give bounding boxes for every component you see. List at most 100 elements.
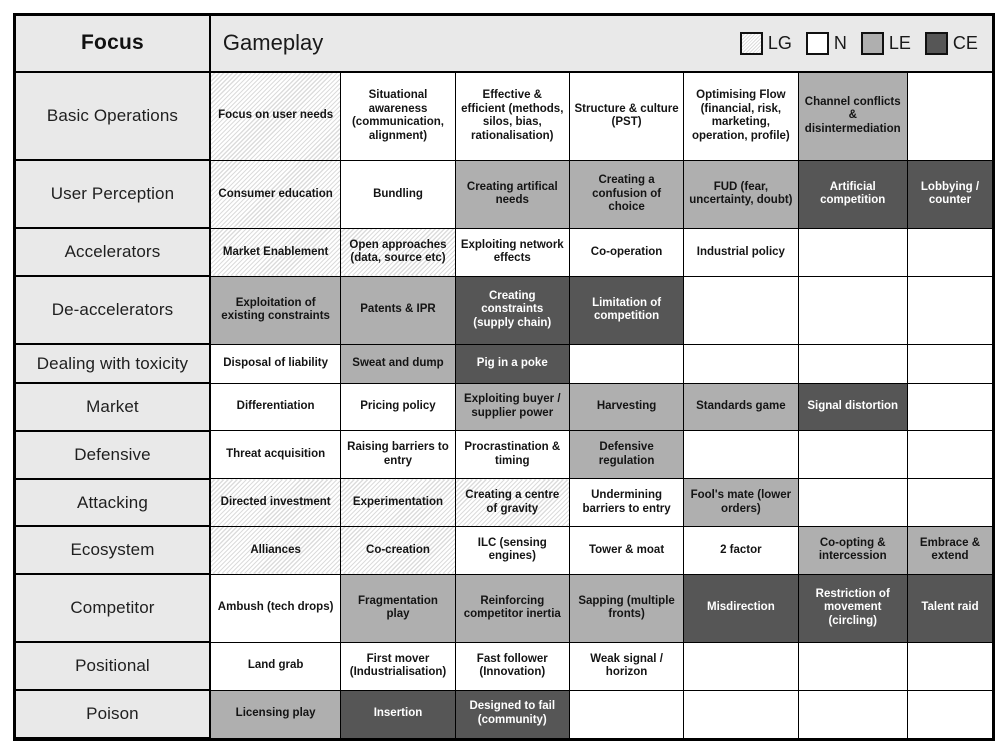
matrix-cell [906, 382, 994, 432]
row-header-competitor[interactable]: Competitor [14, 573, 211, 644]
matrix-cell[interactable]: First mover (Industrialisation) [340, 641, 456, 691]
matrix-cell[interactable]: Restriction of movement (circling) [797, 573, 908, 643]
row-header-attacking[interactable]: Attacking [14, 477, 211, 528]
matrix-cell[interactable]: Consumer education [209, 159, 342, 229]
legend-item-ce: CE [924, 31, 978, 55]
legend-item-lg: LG [739, 31, 792, 55]
matrix-cell[interactable]: Channel conflicts & disintermediation [797, 71, 908, 161]
matrix-cell[interactable]: Alliances [209, 525, 342, 575]
matrix-cell[interactable]: Sapping (multiple fronts) [568, 573, 685, 643]
matrix-cell[interactable]: Talent raid [906, 573, 994, 643]
matrix-cell[interactable]: Differentiation [209, 382, 342, 432]
matrix-cell[interactable]: Exploitation of existing constraints [209, 275, 342, 345]
matrix-cell[interactable]: Exploiting network effects [454, 227, 570, 277]
matrix-cell[interactable]: Co-creation [340, 525, 456, 575]
matrix-cell [906, 71, 994, 161]
matrix-cell[interactable]: Tower & moat [568, 525, 685, 575]
matrix-container: Focus Gameplay LG N LE CE Basic Operatio… [13, 13, 995, 741]
matrix-cell[interactable]: Fast follower (Innovation) [454, 641, 570, 691]
matrix-cell[interactable]: Designed to fail (community) [454, 689, 570, 739]
matrix-cell[interactable]: Weak signal / horizon [568, 641, 685, 691]
matrix-row: User Perception Consumer education Bundlin… [14, 159, 994, 230]
row-header-ecosystem[interactable]: Ecosystem [14, 525, 211, 576]
matrix-cell [797, 430, 908, 480]
matrix-cell[interactable]: Standards game [683, 382, 799, 432]
row-header-accelerators[interactable]: Accelerators [14, 227, 211, 278]
matrix-cell[interactable]: Limitation of competition [568, 275, 685, 345]
matrix-cell[interactable]: Sweat and dump [340, 343, 456, 384]
matrix-cell[interactable]: Misdirection [683, 573, 799, 643]
matrix-cell[interactable]: Situational awareness (communication, al… [340, 71, 456, 161]
matrix-cell[interactable]: Focus on user needs [209, 71, 342, 161]
matrix-cell[interactable]: Directed investment [209, 478, 342, 527]
row-header-defensive[interactable]: Defensive [14, 429, 211, 480]
matrix-cell[interactable]: ILC (sensing engines) [454, 525, 570, 575]
gameplay-matrix-table: Focus Gameplay LG N LE CE Basic Operatio… [14, 15, 994, 739]
matrix-cell[interactable]: Signal distortion [797, 382, 908, 432]
matrix-cell[interactable]: 2 factor [683, 525, 799, 575]
matrix-row: Attacking Directed investment Experimentat… [14, 477, 994, 528]
matrix-cell [683, 275, 799, 345]
matrix-cell [906, 227, 994, 277]
row-header-basic-operations[interactable]: Basic Operations [14, 70, 211, 162]
matrix-cell[interactable]: Insertion [340, 689, 456, 739]
matrix-cell[interactable]: Patents & IPR [340, 275, 456, 345]
matrix-cell[interactable]: Land grab [209, 641, 342, 691]
matrix-body: Focus Gameplay LG N LE CE Basic Operatio… [14, 15, 994, 739]
row-header-de-accelerators[interactable]: De-accelerators [14, 275, 211, 346]
matrix-header-row: Focus Gameplay LG N LE CE [14, 15, 993, 73]
row-header-user-perception[interactable]: User Perception [14, 159, 211, 230]
matrix-cell[interactable]: Optimising Flow (financial, risk, market… [683, 71, 799, 161]
matrix-cell[interactable]: Ambush (tech drops) [209, 573, 342, 643]
matrix-cell[interactable]: Market Enablement [209, 227, 342, 277]
matrix-cell [906, 275, 994, 345]
row-header-dealing-with-toxicity[interactable]: Dealing with toxicity [14, 343, 211, 385]
matrix-cell[interactable]: Raising barriers to entry [340, 430, 456, 480]
matrix-cell[interactable]: Pricing policy [340, 382, 456, 432]
row-header-poison[interactable]: Poison [14, 689, 211, 739]
matrix-cell[interactable]: Co-opting & intercession [797, 525, 908, 575]
matrix-cell[interactable]: Creating constraints (supply chain) [454, 275, 570, 345]
matrix-cell[interactable]: FUD (fear, uncertainty, doubt) [683, 159, 799, 229]
legend-label-ce: CE [952, 32, 978, 53]
matrix-cell[interactable]: Artificial competition [797, 159, 908, 229]
legend-label-lg: LG [767, 32, 792, 53]
row-header-market[interactable]: Market [14, 382, 211, 432]
row-header-positional[interactable]: Positional [14, 641, 211, 692]
matrix-cell[interactable]: Pig in a poke [454, 343, 570, 384]
matrix-cell[interactable]: Co-operation [568, 227, 685, 277]
gameplay-header-cell: Gameplay LG N LE CE [209, 15, 993, 73]
matrix-cell[interactable]: Creating artifical needs [454, 159, 570, 229]
matrix-cell[interactable]: Lobbying / counter [906, 159, 994, 229]
matrix-cell[interactable]: Threat acquisition [209, 430, 342, 480]
matrix-cell [906, 641, 994, 691]
matrix-cell[interactable]: Disposal of liability [209, 343, 342, 384]
matrix-cell[interactable]: Creating a centre of gravity [454, 478, 570, 527]
matrix-cell[interactable]: Harvesting [568, 382, 685, 432]
matrix-cell [683, 430, 799, 480]
matrix-cell[interactable]: Embrace & extend [906, 525, 994, 575]
matrix-cell[interactable]: Effective & efficient (methods, silos, b… [454, 71, 570, 161]
matrix-cell[interactable]: Industrial policy [683, 227, 799, 277]
matrix-cell [797, 641, 908, 691]
matrix-cell[interactable]: Experimentation [340, 478, 456, 527]
matrix-cell[interactable]: Creating a confusion of choice [568, 159, 685, 229]
matrix-cell[interactable]: Licensing play [209, 689, 342, 739]
matrix-row: Poison Licensing play Insertion Designed to… [14, 689, 994, 739]
matrix-cell[interactable]: Bundling [340, 159, 456, 229]
matrix-cell[interactable]: Undermining barriers to entry [568, 478, 685, 527]
gameplay-title: Gameplay [222, 30, 324, 56]
matrix-cell[interactable]: Open approaches (data, source etc) [340, 227, 456, 277]
matrix-cell[interactable]: Reinforcing competitor inertia [454, 573, 570, 643]
matrix-cell[interactable]: Fool's mate (lower orders) [683, 478, 799, 527]
matrix-cell[interactable]: Structure & culture (PST) [568, 71, 685, 161]
matrix-cell [568, 343, 685, 384]
matrix-cell[interactable]: Fragmentation play [340, 573, 456, 643]
matrix-cell[interactable]: Exploiting buyer / supplier power [454, 382, 570, 432]
matrix-cell[interactable]: Procrastination & timing [454, 430, 570, 480]
matrix-cell[interactable]: Defensive regulation [568, 430, 685, 480]
legend-label-n: N [833, 32, 847, 53]
matrix-row: Market Differentiation Pricing policy Explo… [14, 382, 994, 432]
matrix-cell [797, 478, 908, 527]
dark-gray-swatch-icon [924, 31, 948, 55]
